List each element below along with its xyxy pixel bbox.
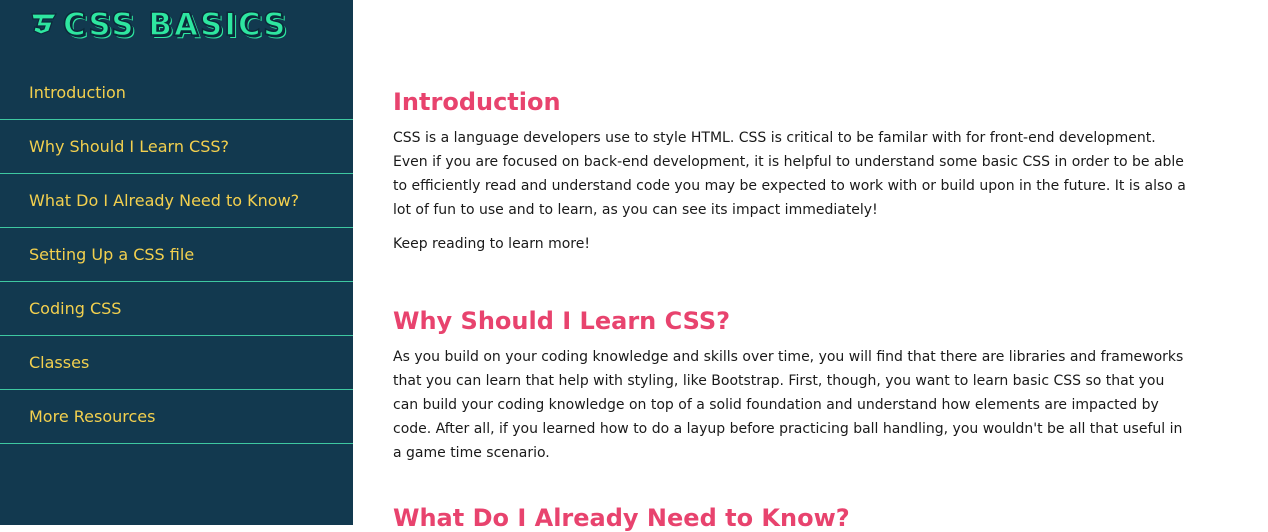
css3-logo-icon <box>31 13 58 35</box>
site-logo[interactable]: CSS BASICS <box>29 6 288 44</box>
nav-link[interactable]: Why Should I Learn CSS? <box>29 137 229 156</box>
section-heading: Why Should I Learn CSS? <box>393 307 731 335</box>
sidebar-item-setup-css-file[interactable]: Setting Up a CSS file <box>0 228 353 282</box>
nav-link[interactable]: What Do I Already Need to Know? <box>29 191 299 210</box>
section-paragraph: As you build on your coding knowledge an… <box>393 349 1184 461</box>
main-content: Introduction CSS is a language developer… <box>393 0 1193 532</box>
section-heading: What Do I Already Need to Know? <box>393 504 850 532</box>
nav-link[interactable]: Setting Up a CSS file <box>29 245 194 264</box>
section-paragraph: CSS is a language developers use to styl… <box>393 130 1186 218</box>
sidebar-nav: Introduction Why Should I Learn CSS? Wha… <box>0 66 353 444</box>
sidebar-item-introduction[interactable]: Introduction <box>0 66 353 120</box>
sidebar-item-prerequisites[interactable]: What Do I Already Need to Know? <box>0 174 353 228</box>
sidebar-item-why-learn-css[interactable]: Why Should I Learn CSS? <box>0 120 353 174</box>
sidebar: CSS BASICS Introduction Why Should I Lea… <box>0 0 353 525</box>
nav-link[interactable]: More Resources <box>29 407 155 426</box>
nav-link[interactable]: Introduction <box>29 83 126 102</box>
sidebar-item-classes[interactable]: Classes <box>0 336 353 390</box>
nav-link[interactable]: Coding CSS <box>29 299 121 318</box>
site-title: CSS BASICS <box>62 6 288 43</box>
sidebar-item-coding-css[interactable]: Coding CSS <box>0 282 353 336</box>
section-heading: Introduction <box>393 88 561 116</box>
nav-link[interactable]: Classes <box>29 353 89 372</box>
section-paragraph: Keep reading to learn more! <box>393 236 590 252</box>
sidebar-item-more-resources[interactable]: More Resources <box>0 390 353 444</box>
